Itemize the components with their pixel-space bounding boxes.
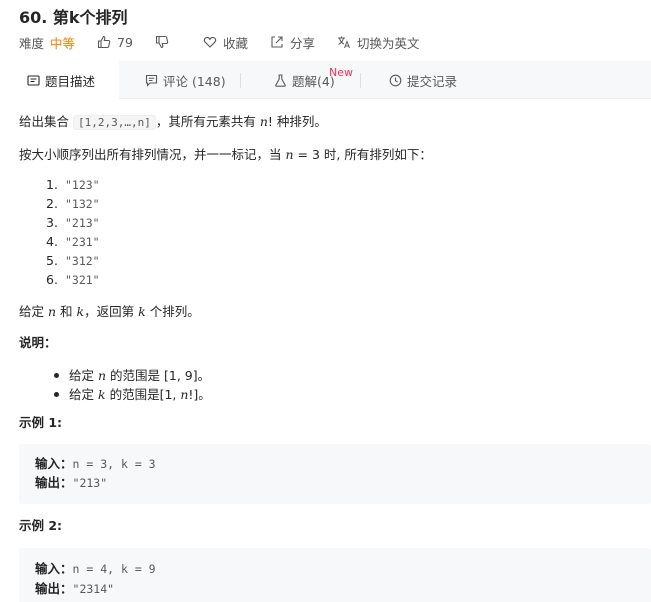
list-number: 1.	[46, 177, 58, 192]
difficulty-value: 中等	[50, 35, 76, 51]
set-code: [1,2,3,…,n]	[73, 115, 156, 130]
tab-description[interactable]: 题目描述	[0, 61, 119, 100]
thumbs-up-icon	[97, 35, 111, 49]
tab-divider	[240, 73, 241, 88]
text: ，返回第	[84, 304, 135, 319]
list-item: 3. "213"	[46, 213, 100, 233]
output-value: "213"	[72, 476, 108, 490]
tab-bar: 题目描述 评论 (148) 题解(4) 提交记录	[0, 61, 651, 100]
example-block: 输入：n = 3, k = 3 输出："213"	[19, 444, 651, 504]
bullet-dot	[54, 392, 59, 397]
input-label: 输入：	[35, 561, 73, 576]
share-label: 分享	[289, 35, 315, 51]
text: 给定	[19, 304, 45, 319]
example-output: 输出："2314"	[35, 579, 114, 599]
text: 给定	[69, 387, 95, 402]
text: = 3 时, 所有排列如下：	[297, 147, 432, 162]
text: 给出集合	[19, 114, 70, 129]
translate-label: 切换为英文	[356, 35, 420, 51]
flask-icon	[275, 73, 286, 87]
output-label: 输出：	[35, 581, 73, 596]
list-number: 2.	[46, 196, 58, 211]
list-item: 5. "312"	[46, 251, 100, 271]
text: 个排列。	[149, 304, 200, 319]
tab-comments[interactable]: 评论 (148)	[145, 61, 226, 99]
example-block: 输入：n = 4, k = 9 输出："2314"	[19, 548, 651, 602]
input-value: n = 4, k = 9	[72, 562, 156, 576]
var-n: n	[285, 147, 294, 162]
tab-divider	[360, 73, 361, 88]
tab-label: 评论 (148)	[163, 73, 226, 89]
comment-icon	[145, 74, 158, 87]
tab-label: 题目描述	[45, 73, 96, 89]
thumbs-down-icon	[155, 35, 169, 49]
like-button[interactable]: 79	[97, 35, 133, 50]
var-n: n	[98, 368, 107, 383]
translate-icon	[337, 36, 350, 49]
var-k: k	[76, 304, 85, 319]
dislike-button[interactable]	[155, 35, 175, 49]
input-value: n = 3, k = 3	[72, 457, 156, 471]
list-number: 3.	[46, 215, 58, 230]
note-item: 给定 n 的范围是 [1, 9]。	[69, 366, 210, 386]
list-value: "132"	[64, 197, 100, 211]
list-item: 4. "231"	[46, 232, 100, 252]
favorite-button[interactable]: 收藏	[203, 33, 248, 52]
example-heading: 示例 2:	[19, 518, 63, 533]
share-button[interactable]: 分享	[270, 33, 315, 52]
heart-icon	[203, 36, 217, 48]
example-heading: 示例 1:	[19, 415, 63, 430]
list-value: "231"	[64, 235, 100, 249]
var-n: n	[48, 304, 57, 319]
list-item: 1. "123"	[46, 175, 100, 195]
note-heading: 说明：	[19, 335, 57, 350]
problem-title: 60. 第k个排列	[19, 8, 128, 27]
bullet-dot	[54, 373, 59, 378]
document-icon	[27, 74, 40, 86]
list-value: "312"	[64, 254, 100, 268]
note-item: 给定 k 的范围是[1, n!]。	[69, 385, 211, 405]
list-value: "123"	[64, 178, 100, 192]
list-number: 5.	[46, 253, 58, 268]
clock-icon	[389, 74, 402, 86]
output-value: "2314"	[72, 582, 115, 596]
list-number: 4.	[46, 234, 58, 249]
list-value: "321"	[64, 273, 100, 287]
new-badge: New	[329, 66, 353, 79]
example-output: 输出："213"	[35, 473, 107, 493]
favorite-label: 收藏	[222, 35, 248, 51]
example-input: 输入：n = 3, k = 3	[35, 454, 156, 474]
list-item: 6. "321"	[46, 270, 100, 290]
list-item: 2. "132"	[46, 194, 100, 214]
like-count: 79	[117, 34, 133, 50]
problem-meta-bar: 难度 中等 79 收藏 分享 切换为英文	[19, 33, 441, 51]
var-n: n	[259, 114, 268, 129]
tab-label: 提交记录	[407, 73, 458, 89]
difficulty-label: 难度	[19, 35, 45, 51]
text: !]。	[188, 387, 211, 402]
var-k: k	[138, 304, 146, 319]
var-k: k	[98, 387, 106, 402]
task-paragraph: 给定 n 和 k，返回第 k 个排列。	[19, 302, 200, 322]
text: ，其所有元素共有	[155, 114, 256, 129]
text: 按大小顺序列出所有排列情况，并一一标记，当	[19, 147, 282, 162]
translate-button[interactable]: 切换为英文	[337, 33, 420, 52]
text: 的范围是 [1, 9]。	[110, 368, 211, 383]
intro-paragraph: 给出集合 [1,2,3,…,n] ，其所有元素共有 n! 种排列。	[19, 112, 327, 133]
tab-submissions[interactable]: 提交记录	[389, 61, 457, 99]
example-input: 输入：n = 4, k = 9	[35, 559, 156, 579]
text: 的范围是[1,	[109, 387, 177, 402]
input-label: 输入：	[35, 456, 73, 471]
order-paragraph: 按大小顺序列出所有排列情况，并一一标记，当 n = 3 时, 所有排列如下：	[19, 145, 432, 165]
list-value: "213"	[64, 216, 100, 230]
tab-solutions[interactable]: 题解(4)	[274, 61, 335, 99]
output-label: 输出：	[35, 475, 73, 490]
share-icon	[271, 36, 283, 48]
text: 和	[60, 304, 73, 319]
text: ! 种排列。	[267, 114, 327, 129]
list-number: 6.	[46, 272, 58, 287]
text: 给定	[69, 368, 95, 383]
